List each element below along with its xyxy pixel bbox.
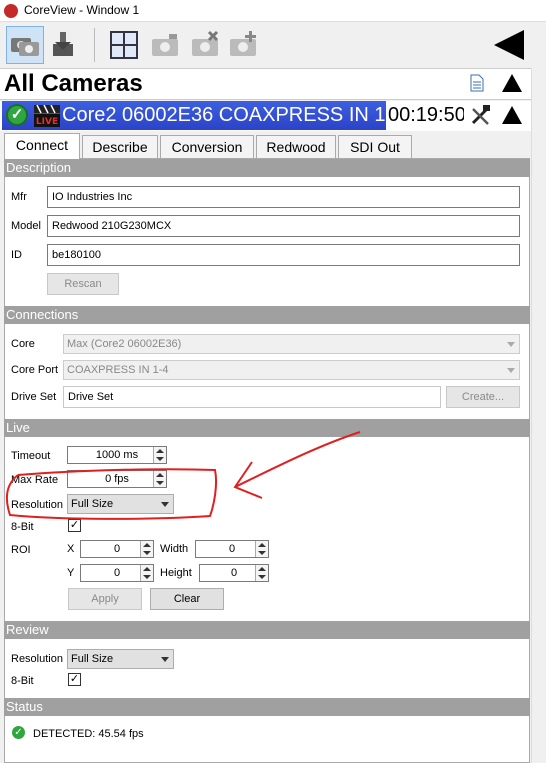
resolution-select[interactable]: Full Size [67,494,174,514]
stepper-arrows-icon[interactable] [153,471,166,487]
camera-group-button[interactable] [6,26,44,64]
section-header-connections[interactable]: Connections [4,306,530,324]
core-port-select[interactable]: COAXPRESS IN 1-4 [63,360,520,380]
roi-x-stepper[interactable]: 0 [80,540,154,558]
camera-remove-icon [192,30,219,56]
chevron-down-icon [507,368,515,373]
8bit-checkbox[interactable]: ✓ [68,519,81,532]
camera-remove-button[interactable] [186,26,224,64]
core-select-value: Max (Core2 06002E36) [67,338,182,350]
camera-group-icon [11,38,39,56]
mfr-field[interactable]: IO Industries Inc [47,186,520,208]
review-resolution-select[interactable]: Full Size [67,649,174,669]
vertical-scrollbar[interactable] [531,68,546,763]
collapse-all-up-icon[interactable] [502,74,522,92]
review-resolution-label: Resolution [11,653,63,665]
rescan-button[interactable]: Rescan [47,273,119,295]
section-header-description[interactable]: Description [4,159,530,177]
tab-conversion[interactable]: Conversion [160,135,254,159]
drive-set-field[interactable]: Drive Set [63,386,441,408]
review-8bit-label: 8-Bit [11,675,34,687]
camera-settings-icon [230,31,256,56]
roi-y-label: Y [67,567,75,579]
camera-timecode: 00:19:50 [388,104,464,126]
stepper-arrows-icon[interactable] [153,447,166,463]
page-title: All Cameras [4,70,143,97]
window-title: CoreView - Window 1 [24,3,140,17]
camera-settings-button[interactable] [224,26,262,64]
app-logo-icon [4,4,18,18]
roi-x-value: 0 [113,543,121,555]
max-rate-value: 0 fps [105,473,129,485]
id-field[interactable]: be180100 [47,244,520,266]
chevron-down-icon [161,502,169,507]
review-8bit-checkbox[interactable]: ✓ [68,673,81,686]
collapse-camera-up-icon[interactable] [502,106,522,124]
toolbar-separator [94,28,95,62]
live-badge: LIVE [34,105,60,127]
roi-x-label: X [67,543,75,555]
tab-sdi-out[interactable]: SDI Out [338,135,412,159]
status-text: DETECTED: 45.54 fps [33,728,144,740]
core-port-value: COAXPRESS IN 1-4 [67,364,169,376]
live-label: LIVE [36,117,58,127]
stepper-arrows-icon[interactable] [140,565,153,581]
stepper-arrows-icon[interactable] [255,541,268,557]
camera-name: Core2 06002E36 COAXPRESS IN 1-4 [62,104,404,126]
timeout-label: Timeout [11,450,51,462]
drive-set-label: Drive Set [11,391,57,403]
layout-grid-icon [110,31,138,59]
tab-connect[interactable]: Connect [4,133,80,159]
chevron-down-icon [507,342,515,347]
model-field[interactable]: Redwood 210G230MCX [47,215,520,237]
timeout-value: 1000 ms [95,449,139,461]
camera-add-button[interactable] [146,26,184,64]
core-port-label: Core Port [11,364,59,376]
tab-describe[interactable]: Describe [82,135,158,159]
roi-height-stepper[interactable]: 0 [199,564,269,582]
tab-redwood[interactable]: Redwood [256,135,336,159]
camera-add-icon [152,34,178,56]
resolution-value: Full Size [71,498,114,510]
roi-y-value: 0 [113,567,121,579]
roi-height-value: 0 [230,567,238,579]
roi-label: ROI [11,544,31,556]
clear-button[interactable]: Clear [150,588,224,610]
max-rate-label: Max Rate [11,474,59,486]
roi-height-label: Height [160,567,192,579]
document-icon[interactable] [470,74,484,92]
core-label: Core [11,338,35,350]
tools-icon[interactable] [470,104,492,126]
stepper-arrows-icon[interactable] [140,541,153,557]
chevron-down-icon [161,657,169,662]
section-header-live[interactable]: Live [4,419,530,437]
stepper-arrows-icon[interactable] [255,565,268,581]
roi-width-stepper[interactable]: 0 [195,540,269,558]
download-icon [53,32,73,56]
section-header-status[interactable]: Status [4,698,530,716]
roi-width-value: 0 [228,543,236,555]
status-ok-icon: ✓ [12,726,25,739]
resolution-label: Resolution [11,499,63,511]
model-label: Model [11,220,41,232]
download-button[interactable] [44,26,82,64]
collapse-panel-arrow-icon[interactable] [494,30,524,60]
roi-y-stepper[interactable]: 0 [80,564,154,582]
roi-width-label: Width [160,543,189,555]
timeout-stepper[interactable]: 1000 ms [67,446,167,464]
8bit-label: 8-Bit [11,521,34,533]
max-rate-stepper[interactable]: 0 fps [67,470,167,488]
apply-button[interactable]: Apply [68,588,142,610]
id-label: ID [11,249,22,261]
layout-grid-button[interactable] [106,26,144,64]
mfr-label: Mfr [11,191,27,203]
create-button[interactable]: Create... [446,386,520,408]
core-select[interactable]: Max (Core2 06002E36) [63,334,520,354]
status-ok-check-icon: ✓ [6,104,28,126]
section-header-review[interactable]: Review [4,621,530,639]
review-resolution-value: Full Size [71,653,114,665]
